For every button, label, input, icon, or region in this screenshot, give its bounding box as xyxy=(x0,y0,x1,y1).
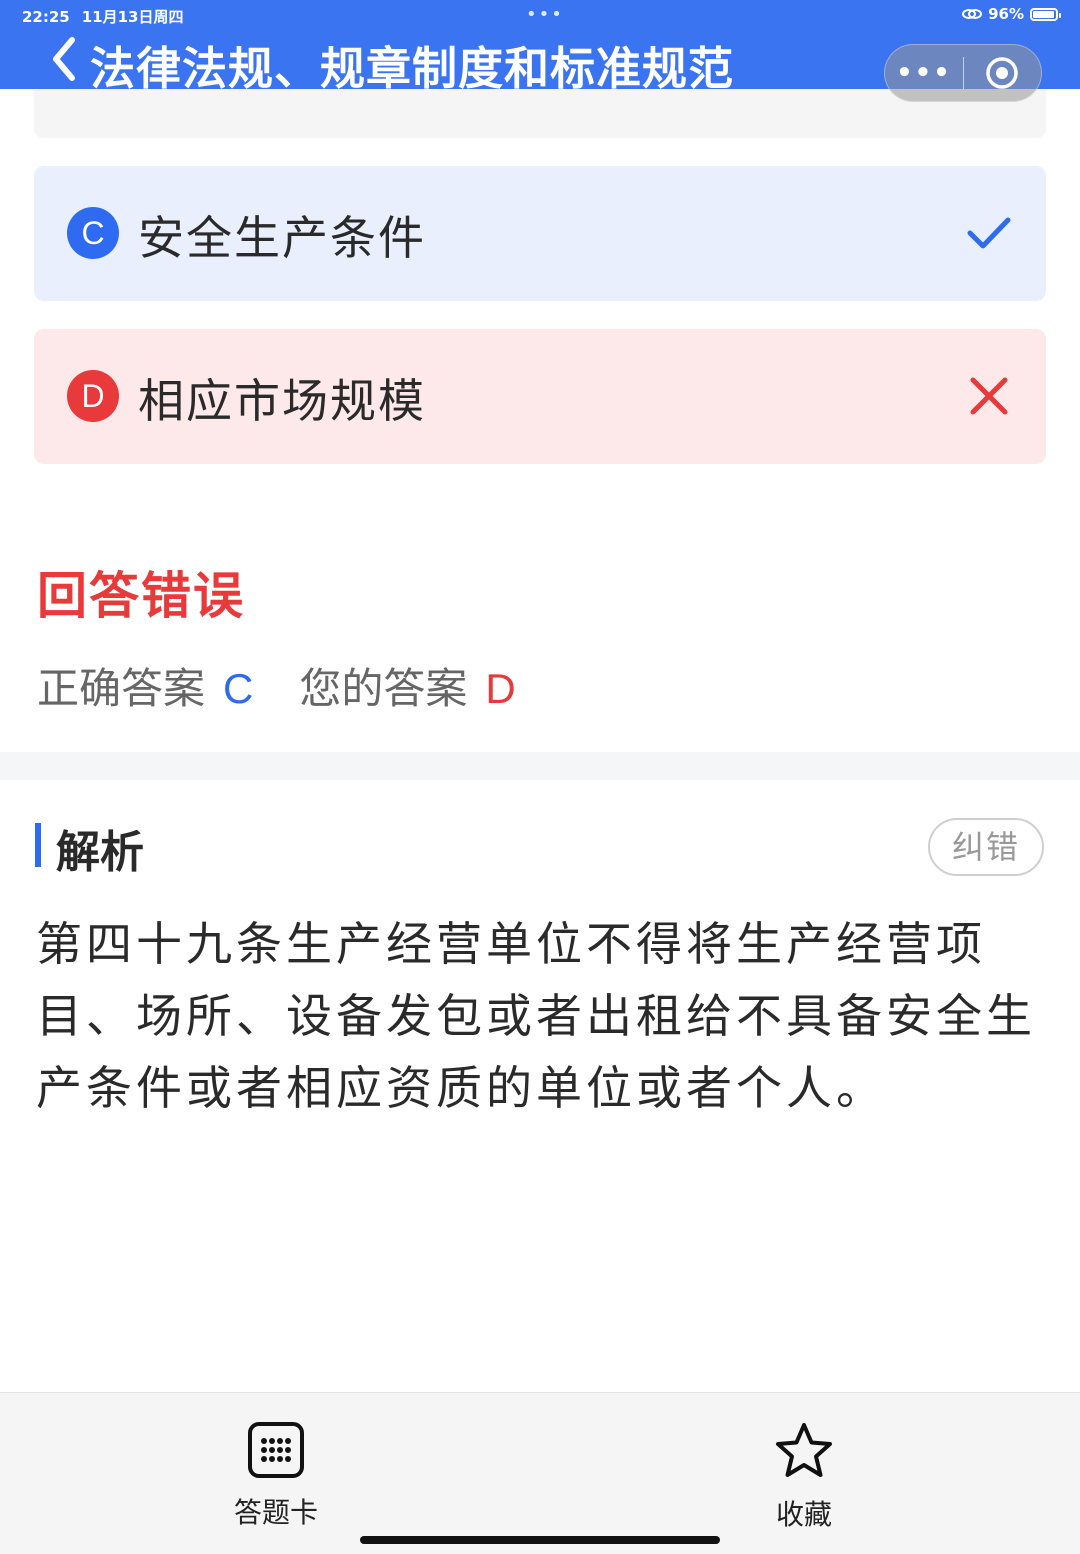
option-d-letter: D xyxy=(67,370,119,422)
correct-answer-value: C xyxy=(223,665,254,712)
favorite-tab[interactable]: 收藏 xyxy=(744,1421,864,1533)
battery-icon xyxy=(1030,7,1061,21)
bottom-tab-bar: 答题卡 收藏 xyxy=(0,1392,1080,1554)
option-c-card[interactable]: C 安全生产条件 xyxy=(34,166,1046,301)
star-icon xyxy=(776,1423,832,1477)
favorite-label: 收藏 xyxy=(775,1498,832,1531)
report-error-button[interactable]: 纠错 xyxy=(928,818,1044,876)
mini-program-capsule: ••• xyxy=(884,44,1042,102)
status-right: 96% xyxy=(962,5,1061,23)
home-indicator[interactable] xyxy=(360,1536,720,1544)
status-dots: ••• xyxy=(526,4,564,25)
status-time-date: 22:25 11月13日周四 xyxy=(22,6,184,27)
your-answer-label: 您的答案 xyxy=(299,664,468,713)
option-c-letter: C xyxy=(67,207,119,259)
correct-answer-label: 正确答案 xyxy=(37,664,206,713)
cross-icon xyxy=(970,377,1008,415)
status-date: 11月13日周四 xyxy=(81,8,184,26)
back-icon[interactable] xyxy=(46,34,86,84)
analysis-text: 第四十九条生产经营单位不得将生产经营项目、场所、设备发包或者出租给不具备安全生产… xyxy=(36,917,1036,1115)
answer-card-tab[interactable]: 答题卡 xyxy=(216,1421,336,1531)
page-title: 法律法规、规章制度和标准规范 xyxy=(90,42,735,95)
answer-summary: 正确答案 C 您的答案 D xyxy=(37,655,516,716)
top-bar: 22:25 11月13日周四 ••• 96% 法律法规、规章制度和标准规范 ••• xyxy=(0,0,1080,102)
target-icon xyxy=(986,57,1019,89)
section-divider xyxy=(0,752,1080,780)
battery-percent: 96% xyxy=(988,5,1024,23)
check-icon xyxy=(967,217,1011,249)
close-program-button[interactable] xyxy=(964,55,1041,91)
answer-result: 回答错误 xyxy=(37,567,245,625)
analysis-accent-bar xyxy=(35,823,41,867)
answer-card-label: 答题卡 xyxy=(233,1496,318,1529)
option-c-text: 安全生产条件 xyxy=(138,211,426,265)
analysis-title: 解析 xyxy=(56,827,144,878)
status-time: 22:25 xyxy=(22,8,70,26)
more-menu-button[interactable]: ••• xyxy=(885,45,963,101)
your-answer-value: D xyxy=(485,665,516,712)
grid-icon xyxy=(248,1422,304,1478)
option-d-text: 相应市场规模 xyxy=(138,374,426,428)
option-d-card[interactable]: D 相应市场规模 xyxy=(34,329,1046,464)
link-icon xyxy=(962,9,983,19)
